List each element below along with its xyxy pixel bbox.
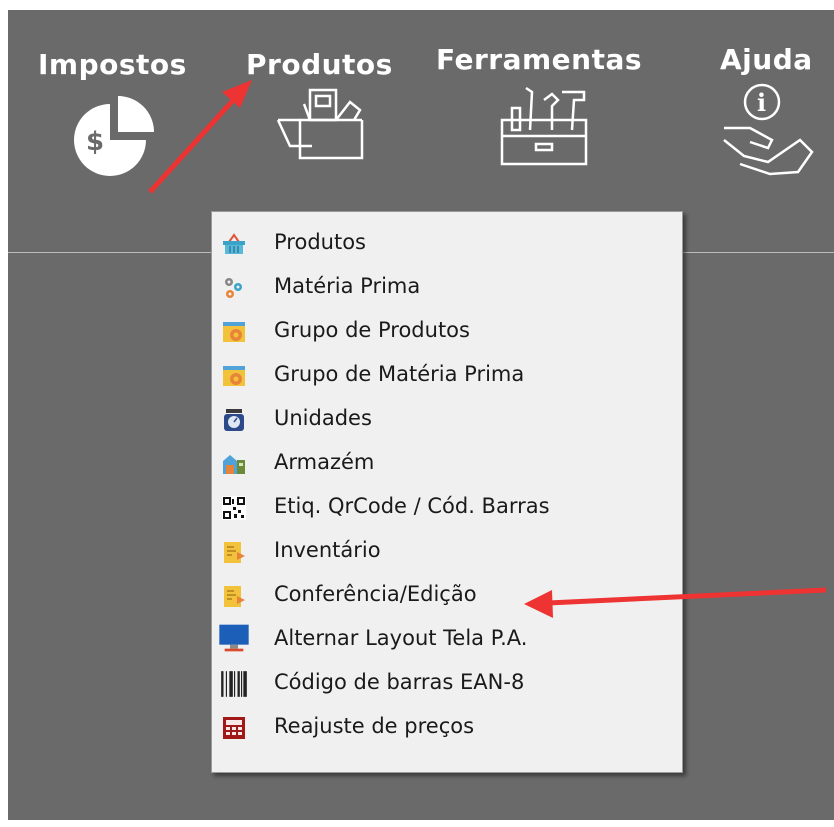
menu-item-etiq-qrcode[interactable]: Etiq. QrCode / Cód. Barras <box>212 486 682 530</box>
barcode-icon <box>221 671 247 697</box>
calculator-icon <box>223 717 245 739</box>
menu-item-codigo-de-barras[interactable]: Código de barras EAN-8 <box>212 662 682 706</box>
toolbar-item-label: Impostos <box>38 48 187 81</box>
menu-item-inventario[interactable]: Inventário <box>212 530 682 574</box>
menu-item-label: Armazém <box>274 450 375 474</box>
svg-text:$: $ <box>86 127 104 157</box>
pie-chart-dollar-icon: $ <box>74 96 154 176</box>
menu-item-produtos[interactable]: Produtos <box>212 222 682 266</box>
menu-item-label: Reajuste de preços <box>274 714 475 738</box>
menu-item-label: Alternar Layout Tela P.A. <box>274 626 528 650</box>
menu-item-label: Conferência/Edição <box>274 582 477 606</box>
group-gear-icon <box>223 366 245 386</box>
menu-item-grupo-de-materia-prima[interactable]: Grupo de Matéria Prima <box>212 354 682 398</box>
gears-icon <box>225 278 242 298</box>
basket-icon <box>223 233 245 254</box>
menu-item-grupo-de-produtos[interactable]: Grupo de Produtos <box>212 310 682 354</box>
svg-text:i: i <box>757 88 766 117</box>
menu-item-label: Grupo de Produtos <box>274 318 470 342</box>
toolbar-item-label: Ferramentas <box>436 43 643 76</box>
warehouse-icon <box>223 455 245 474</box>
menu-item-reajuste-de-precos[interactable]: Reajuste de preços <box>212 706 682 750</box>
box-icon <box>276 88 364 160</box>
menu-item-label: Unidades <box>274 406 372 430</box>
menu-item-label: Matéria Prima <box>274 274 421 298</box>
monitor-icon <box>219 624 249 652</box>
menu-item-label: Inventário <box>274 538 381 562</box>
scale-icon <box>224 409 244 431</box>
group-gear-icon <box>223 322 245 342</box>
toolbar-item-label: Ajuda <box>720 43 813 76</box>
menu-item-label: Produtos <box>274 230 366 254</box>
menu-item-label: Grupo de Matéria Prima <box>274 362 525 386</box>
menu-item-materia-prima[interactable]: Matéria Prima <box>212 266 682 310</box>
document-icon <box>224 586 245 607</box>
menu-item-unidades[interactable]: Unidades <box>212 398 682 442</box>
qrcode-icon <box>222 496 246 520</box>
menu-item-label: Código de barras EAN-8 <box>274 670 525 694</box>
menu-item-alternar-layout[interactable]: Alternar Layout Tela P.A. <box>212 618 682 662</box>
toolbar-item-label: Produtos <box>246 48 393 81</box>
menu-item-label: Etiq. QrCode / Cód. Barras <box>274 494 550 518</box>
menu-item-conferencia-edicao[interactable]: Conferência/Edição <box>212 574 682 618</box>
menu-item-armazem[interactable]: Armazém <box>212 442 682 486</box>
help-hand-icon: i <box>723 83 814 176</box>
produtos-dropdown-menu: Produtos Matéria Prima Grupo de Produtos <box>211 211 683 773</box>
toolbox-icon <box>500 86 588 166</box>
document-icon <box>224 542 245 563</box>
